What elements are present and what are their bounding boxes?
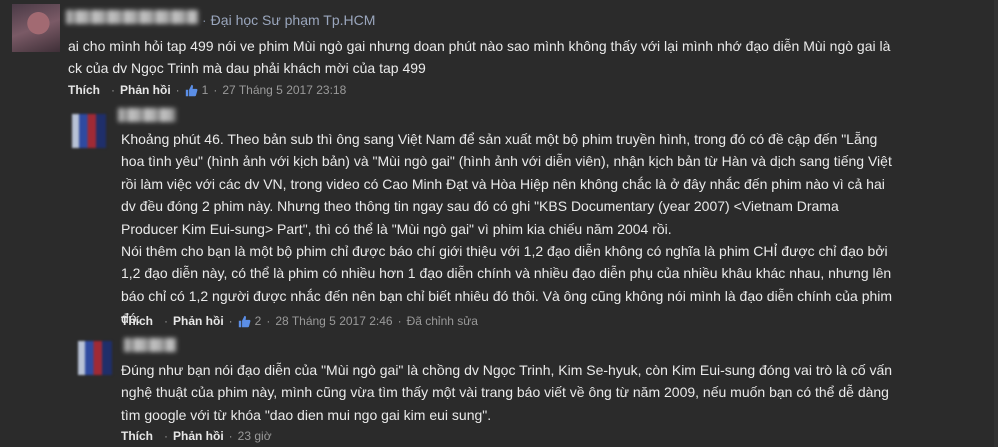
- separator-dot: ·: [228, 429, 233, 443]
- comment-line: tìm google với từ khóa "dao dien mui ngo…: [121, 406, 492, 423]
- comment-line: dv đều đóng 2 phim này. Nhưng theo thông…: [121, 198, 839, 215]
- like-button[interactable]: Thích: [68, 83, 100, 97]
- comment-actions: Thích · Phản hồi · 2 · 28 Tháng 5 2017 2…: [121, 314, 478, 328]
- separator-dot: ·: [213, 83, 218, 97]
- thumbs-up-icon: [238, 315, 251, 327]
- comment-actions: Thích · Phản hồi · 23 giờ: [121, 429, 272, 443]
- commenter-name-blurred[interactable]: [66, 10, 198, 24]
- comment-line: rồi làm việc với các dv VN, trong video …: [121, 175, 885, 192]
- comment-text: ai cho mình hỏi tap 499 nói ve phim Mùi …: [68, 35, 968, 80]
- comment-line: hoa tình yêu" (hình ảnh với kịch bản) và…: [121, 153, 892, 170]
- scrollbar-track[interactable]: [994, 0, 998, 447]
- comment-line: nghệ thuật của phim này, mình cũng vừa t…: [121, 384, 889, 401]
- separator-dot: ·: [164, 429, 168, 443]
- separator-dot: ·: [228, 314, 233, 328]
- like-count-value: 2: [254, 314, 262, 328]
- comment-timestamp[interactable]: 23 giờ: [238, 429, 272, 443]
- comment-line: ai cho mình hỏi tap 499 nói ve phim Mùi …: [68, 38, 891, 54]
- avatar[interactable]: [12, 4, 60, 52]
- thumbs-up-icon: [185, 84, 198, 96]
- separator-dot: ·: [164, 314, 168, 328]
- comment-actions: Thích · Phản hồi · 1 · 27 Tháng 5 2017 2…: [68, 83, 346, 97]
- comment-line: ck của dv Ngọc Trinh mà dau phải khách m…: [68, 60, 426, 77]
- comment-line: Producer Kim Eui-sung> Part", thì có thể…: [121, 220, 672, 237]
- comment-text: Khoảng phút 46. Theo bản sub thì ông san…: [121, 128, 941, 330]
- comment-line: 1,2 đạo diễn này, có thể là phim có nhiề…: [121, 265, 892, 282]
- separator-dot: ·: [397, 314, 402, 328]
- commenter-name-blurred[interactable]: [118, 108, 176, 122]
- school-label[interactable]: Đại học Sư phạm Tp.HCM: [211, 12, 376, 28]
- separator-dot: ·: [202, 12, 207, 28]
- comment-line: Khoảng phút 46. Theo bản sub thì ông san…: [121, 131, 878, 147]
- commenter-name-blurred[interactable]: [124, 338, 176, 352]
- comment-line: báo chỉ có 1,2 người được nhắc đến nên b…: [121, 287, 893, 304]
- comment-line: Đúng như bạn nói đạo diễn của "Mùi ngò g…: [121, 362, 893, 378]
- avatar[interactable]: [78, 341, 112, 375]
- avatar[interactable]: [72, 114, 106, 148]
- comment-timestamp[interactable]: 27 Tháng 5 2017 23:18: [222, 83, 346, 97]
- reply-button[interactable]: Phản hồi: [120, 83, 171, 97]
- separator-dot: ·: [175, 83, 180, 97]
- separator-dot: ·: [266, 314, 271, 328]
- like-count-value: 1: [201, 83, 209, 97]
- like-button[interactable]: Thích: [121, 314, 153, 328]
- commenter-school[interactable]: · Đại học Sư phạm Tp.HCM: [202, 12, 375, 28]
- comment-timestamp[interactable]: 28 Tháng 5 2017 2:46: [275, 314, 392, 328]
- edited-label[interactable]: Đã chỉnh sửa: [407, 314, 478, 328]
- reply-button[interactable]: Phản hồi: [173, 314, 224, 328]
- like-count[interactable]: 2: [238, 314, 262, 328]
- comment-text: Đúng như bạn nói đạo diễn của "Mùi ngò g…: [121, 359, 941, 426]
- reply-button[interactable]: Phản hồi: [173, 429, 224, 443]
- comment-line: Nói thêm cho bạn là một bộ phim chỉ được…: [121, 243, 888, 260]
- like-button[interactable]: Thích: [121, 429, 153, 443]
- separator-dot: ·: [111, 83, 115, 97]
- like-count[interactable]: 1: [185, 83, 209, 97]
